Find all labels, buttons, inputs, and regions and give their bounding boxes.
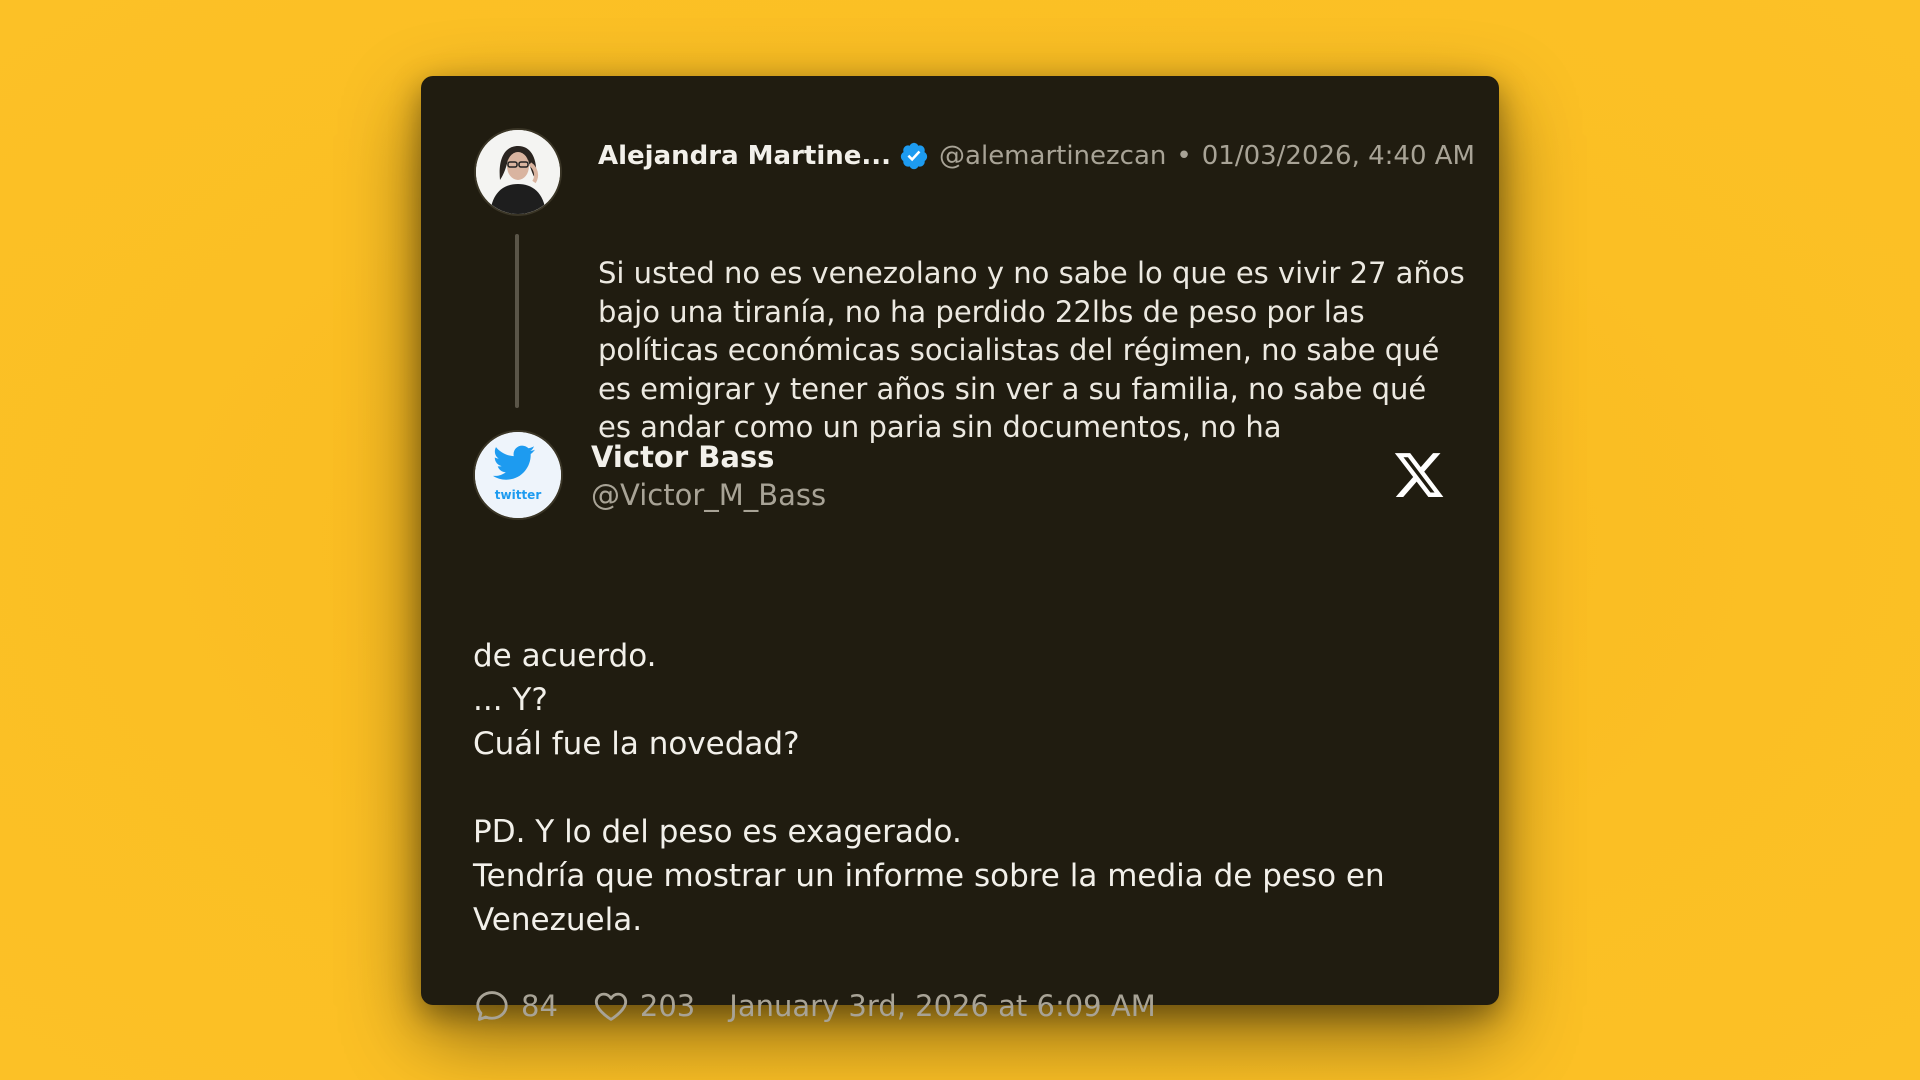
x-logo-icon[interactable] <box>1391 448 1447 502</box>
like-count: 203 <box>639 989 696 1023</box>
quoted-tweet-header: Alejandra Martine... @alemartinezcan • 0… <box>598 138 1475 174</box>
header-separator: • <box>1176 141 1192 171</box>
reply-bubble-icon <box>476 991 508 1021</box>
like-button[interactable]: 203 <box>592 986 695 1026</box>
reply-button[interactable]: 84 <box>473 986 558 1026</box>
tweet-text: de acuerdo. ... Y? Cuál fue la novedad? … <box>473 634 1453 942</box>
quoted-tweet-text: Si usted no es venezolano y no sabe lo q… <box>598 256 1465 444</box>
avatar-wordmark: twitter <box>495 488 542 502</box>
reply-count: 84 <box>521 989 558 1023</box>
tweet-footer: 84 203 January 3rd, 2026 at 6:09 AM <box>473 986 1156 1026</box>
tweet-card: Alejandra Martine... @alemartinezcan • 0… <box>421 76 1499 1023</box>
tweet-line: Tendría que mostrar un informe sobre la … <box>473 858 1385 938</box>
tweet-line: ... Y? <box>473 682 548 718</box>
author-avatar[interactable]: twitter <box>473 430 563 520</box>
twitter-bird-icon: twitter <box>475 432 561 518</box>
thread-connector-line <box>515 234 519 408</box>
verified-badge-icon <box>899 141 929 171</box>
quoted-author-handle[interactable]: @alemartinezcan <box>939 138 1166 174</box>
author-name[interactable]: Victor Bass <box>591 438 774 476</box>
tweet-timestamp[interactable]: January 3rd, 2026 at 6:09 AM <box>729 986 1155 1026</box>
tweet-line: PD. Y lo del peso es exagerado. <box>473 814 962 850</box>
author-handle[interactable]: @Victor_M_Bass <box>591 476 826 514</box>
quoted-tweet-timestamp[interactable]: 01/03/2026, 4:40 AM <box>1202 138 1475 174</box>
tweet-line: de acuerdo. <box>473 638 657 674</box>
quoted-author-avatar-image <box>476 130 560 214</box>
heart-icon <box>594 992 627 1021</box>
quoted-author-name[interactable]: Alejandra Martine... <box>598 138 891 174</box>
tweet-line: Cuál fue la novedad? <box>473 726 800 762</box>
quoted-author-avatar[interactable] <box>474 128 562 216</box>
